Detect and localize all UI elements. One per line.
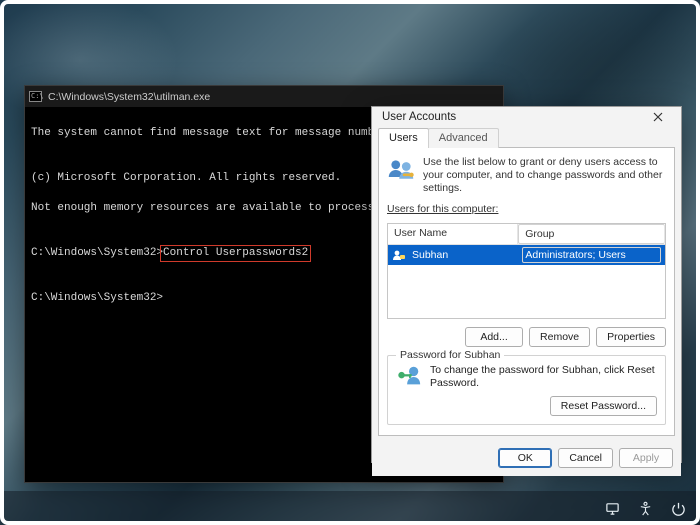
- dialog-footer: OK Cancel Apply: [372, 442, 681, 476]
- user-badge-icon: [392, 249, 406, 261]
- cell-group: Administrators; Users: [522, 247, 661, 263]
- cmd-icon: [29, 91, 42, 102]
- tab-bar: Users Advanced: [372, 127, 681, 147]
- col-group[interactable]: Group: [518, 224, 665, 244]
- user-accounts-dialog: User Accounts Users Advanced Use the lis…: [371, 106, 682, 463]
- accessibility-icon[interactable]: [638, 501, 653, 516]
- cell-username: Subhan: [410, 248, 518, 262]
- taskbar[interactable]: [0, 491, 700, 525]
- password-group: Password for Subhan To change the passwo…: [387, 355, 666, 425]
- list-buttons: Add... Remove Properties: [387, 327, 666, 347]
- cmd-titlebar[interactable]: C:\Windows\System32\utilman.exe: [25, 86, 503, 108]
- users-list-label: Users for this computer:: [387, 203, 666, 215]
- dialog-title: User Accounts: [382, 111, 456, 123]
- add-button[interactable]: Add...: [465, 327, 523, 347]
- tab-advanced[interactable]: Advanced: [428, 128, 499, 148]
- dialog-panel: Use the list below to grant or deny user…: [378, 147, 675, 436]
- intro-row: Use the list below to grant or deny user…: [387, 156, 666, 195]
- intro-text: Use the list below to grant or deny user…: [423, 156, 666, 195]
- close-icon: [653, 112, 663, 122]
- apply-button[interactable]: Apply: [619, 448, 673, 468]
- network-icon[interactable]: [605, 501, 620, 516]
- ok-button[interactable]: OK: [498, 448, 552, 468]
- tab-users[interactable]: Users: [378, 128, 429, 148]
- cmd-title: C:\Windows\System32\utilman.exe: [48, 91, 210, 103]
- reset-password-button[interactable]: Reset Password...: [550, 396, 657, 416]
- cmd-prompt: C:\Windows\System32>: [31, 292, 163, 304]
- password-text: To change the password for Subhan, click…: [430, 364, 657, 390]
- power-icon[interactable]: [671, 501, 686, 516]
- col-username[interactable]: User Name: [388, 224, 518, 244]
- password-group-title: Password for Subhan: [396, 349, 504, 361]
- highlighted-command: Control Userpasswords2: [160, 245, 311, 262]
- users-keys-icon: [387, 156, 415, 184]
- users-list[interactable]: User Name Group Subhan Administrators; U…: [387, 223, 666, 319]
- key-user-icon: [396, 364, 422, 386]
- dialog-titlebar[interactable]: User Accounts: [372, 107, 681, 127]
- list-header[interactable]: User Name Group: [388, 224, 665, 245]
- properties-button[interactable]: Properties: [596, 327, 666, 347]
- user-row[interactable]: Subhan Administrators; Users: [388, 245, 665, 265]
- cancel-button[interactable]: Cancel: [558, 448, 613, 468]
- cmd-prompt: C:\Windows\System32>: [31, 247, 163, 259]
- remove-button[interactable]: Remove: [529, 327, 590, 347]
- close-button[interactable]: [641, 107, 675, 127]
